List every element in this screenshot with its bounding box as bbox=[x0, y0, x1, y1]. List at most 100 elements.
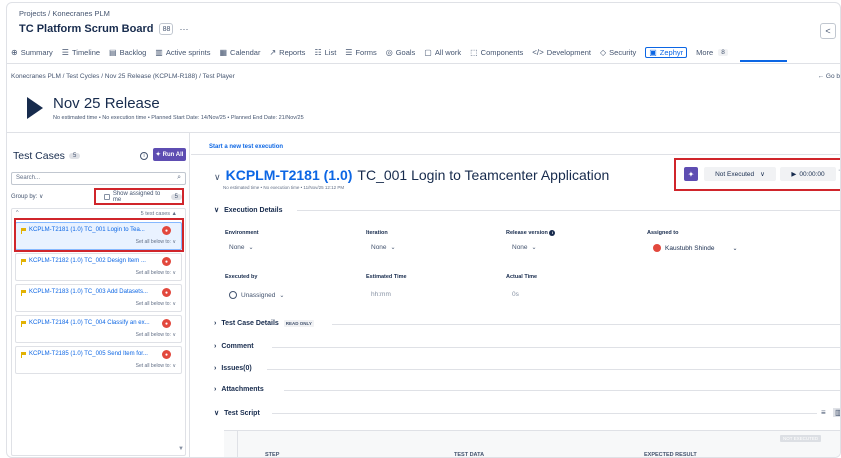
flag-icon bbox=[21, 352, 26, 358]
chevron-down-icon: ⌄ bbox=[732, 245, 738, 252]
execution-details-section[interactable]: ∨ Execution Details bbox=[214, 206, 282, 215]
timer-value: 00:00:00 bbox=[799, 170, 825, 178]
set-all-below-dropdown[interactable]: Set all below to: ∨ bbox=[136, 363, 176, 369]
chevron-right-icon: › bbox=[214, 343, 217, 350]
tab-calendar[interactable]: ▦ Calendar bbox=[219, 48, 260, 57]
tab-more[interactable]: More 8 bbox=[696, 48, 728, 57]
test-case-key[interactable]: KCPLM-T2181 (1.0) bbox=[226, 167, 353, 183]
board-icon: ▥ bbox=[155, 47, 163, 57]
tab-label: Reports bbox=[279, 47, 306, 57]
release-version-select[interactable]: None ⌄ bbox=[512, 244, 537, 251]
search-placeholder: Search... bbox=[16, 175, 41, 181]
iteration-select[interactable]: None ⌄ bbox=[371, 244, 396, 251]
test-case-label: KCPLM-T2183 (1.0) TC_003 Add Datasets... bbox=[29, 289, 148, 295]
tab-reports[interactable]: ↗ Reports bbox=[269, 48, 305, 57]
start-new-execution-link[interactable]: Start a new test execution bbox=[209, 144, 283, 150]
tab-summary[interactable]: ⊕ Summary bbox=[11, 48, 53, 57]
column-divider bbox=[237, 431, 238, 457]
code-icon: </> bbox=[532, 47, 544, 57]
list-count-text: 5 test cases bbox=[140, 211, 171, 217]
board-title-text: TC Platform Scrum Board bbox=[19, 23, 154, 35]
project-breadcrumb[interactable]: Projects / Konecranes PLM bbox=[19, 9, 110, 18]
grid-view-icon[interactable]: ▥ bbox=[833, 408, 840, 417]
list-item[interactable]: KCPLM-T2185 (1.0) TC_005 Send Item for..… bbox=[15, 346, 182, 374]
zephyr-icon: ▣ bbox=[649, 47, 657, 57]
attachments-section[interactable]: › Attachments bbox=[214, 386, 264, 393]
expected-result-column-header: EXPECTED RESULT bbox=[644, 452, 697, 458]
divider bbox=[297, 210, 840, 211]
test-player-breadcrumb[interactable]: Konecranes PLM / Test Cycles / Nov 25 Re… bbox=[11, 73, 235, 80]
tab-all-work[interactable]: ▢ All work bbox=[424, 48, 461, 57]
field-value: None bbox=[229, 244, 245, 251]
tab-label: Backlog bbox=[119, 47, 147, 57]
actual-time-label: Actual Time bbox=[506, 274, 538, 280]
show-assigned-to-me-toggle[interactable]: Show assigned to me 5 bbox=[94, 188, 184, 205]
issues-section[interactable]: › Issues(0) bbox=[214, 365, 252, 372]
set-all-below-dropdown[interactable]: Set all below to: ∨ bbox=[136, 332, 176, 338]
status-icon: ● bbox=[162, 257, 171, 266]
timer-button[interactable]: ▶ 00:00:00 bbox=[780, 167, 836, 181]
people-icon[interactable]: 88 bbox=[159, 23, 174, 35]
more-options-icon[interactable]: ··· bbox=[179, 24, 188, 34]
set-all-below-dropdown[interactable]: Set all below to: ∨ bbox=[136, 301, 176, 307]
tab-forms[interactable]: ☰ Forms bbox=[345, 48, 376, 57]
comment-section[interactable]: › Comment bbox=[214, 343, 254, 350]
group-by-dropdown[interactable]: Group by: ∨ bbox=[11, 193, 43, 200]
list-item[interactable]: KCPLM-T2182 (1.0) TC_002 Design Item ...… bbox=[15, 253, 182, 281]
go-back-link[interactable]: ← Go b bbox=[818, 73, 840, 80]
assigned-to-select[interactable]: Kaustubh Shinde ⌄ bbox=[653, 244, 738, 252]
collapse-icon[interactable]: ^ bbox=[16, 210, 19, 216]
list-view-icon[interactable]: ≡ bbox=[821, 408, 826, 417]
release-meta: No estimated time • No execution time • … bbox=[53, 115, 304, 121]
test-case-name: TC_001 Login to Teamcenter Application bbox=[357, 167, 610, 183]
tab-label: Components bbox=[480, 47, 524, 57]
executed-by-select[interactable]: Unassigned ⌄ bbox=[229, 291, 284, 299]
more-count-badge: 8 bbox=[718, 48, 728, 56]
divider bbox=[267, 369, 840, 370]
chevron-down-icon: ⌄ bbox=[531, 245, 537, 251]
flag-icon bbox=[21, 259, 26, 265]
chevron-down-icon[interactable]: ∨ bbox=[214, 172, 221, 183]
list-item[interactable]: KCPLM-T2183 (1.0) TC_003 Add Datasets...… bbox=[15, 284, 182, 312]
show-assigned-label: Show assigned to me bbox=[112, 190, 161, 203]
list-item[interactable]: KCPLM-T2184 (1.0) TC_004 Classify an ex.… bbox=[15, 315, 182, 343]
execution-status-select[interactable]: Not Executed ∨ bbox=[704, 167, 776, 181]
chevron-down-icon: ∨ bbox=[214, 410, 220, 417]
test-cases-title: Test Cases 5 bbox=[13, 150, 81, 162]
test-script-section[interactable]: ∨ Test Script bbox=[214, 409, 260, 418]
forms-icon: ☰ bbox=[345, 47, 353, 57]
iteration-label: Iteration bbox=[366, 230, 388, 236]
tab-backlog[interactable]: ▤ Backlog bbox=[109, 48, 146, 57]
environment-select[interactable]: None ⌄ bbox=[229, 244, 254, 251]
tab-security[interactable]: ◇ Security bbox=[600, 48, 636, 57]
tab-timeline[interactable]: ☰ Timeline bbox=[62, 48, 100, 57]
estimated-time-input[interactable]: hh:mm bbox=[371, 291, 391, 298]
estimated-time-label: Estimated Time bbox=[366, 274, 407, 280]
share-button[interactable]: < bbox=[820, 23, 836, 39]
info-icon[interactable]: i bbox=[549, 230, 556, 236]
scroll-down-icon[interactable]: ▼ bbox=[178, 446, 184, 452]
tab-zephyr[interactable]: ▣ Zephyr bbox=[645, 46, 688, 58]
backlog-icon: ▤ bbox=[109, 47, 117, 57]
tab-label: Goals bbox=[395, 47, 416, 57]
ai-sparkle-button[interactable]: ✦ bbox=[684, 167, 698, 181]
tab-active-sprints[interactable]: ▥ Active sprints bbox=[155, 48, 210, 57]
test-case-details-section[interactable]: › Test Case Details READ ONLY bbox=[214, 320, 314, 327]
assigned-count: 5 bbox=[170, 193, 182, 200]
active-tab-indicator bbox=[740, 60, 787, 62]
reports-icon: ↗ bbox=[269, 47, 277, 57]
tab-label: Summary bbox=[20, 47, 53, 57]
section-title: Issues(0) bbox=[221, 365, 252, 372]
tab-list[interactable]: ☷ List bbox=[314, 48, 336, 57]
checkbox[interactable] bbox=[104, 193, 110, 200]
set-all-below-dropdown[interactable]: Set all below to: ∨ bbox=[136, 270, 176, 276]
search-input[interactable]: Search... ⌕ bbox=[11, 172, 186, 185]
info-icon[interactable]: i bbox=[140, 152, 148, 160]
tab-development[interactable]: </> Development bbox=[532, 48, 591, 57]
run-all-button[interactable]: ✦ Run All bbox=[153, 148, 186, 161]
flag-icon bbox=[21, 290, 26, 296]
step-column-header: STEP bbox=[265, 452, 280, 458]
tab-components[interactable]: ⬚ Components bbox=[470, 48, 523, 57]
sparkle-icon: ✦ bbox=[155, 152, 161, 158]
tab-goals[interactable]: ◎ Goals bbox=[386, 48, 416, 57]
